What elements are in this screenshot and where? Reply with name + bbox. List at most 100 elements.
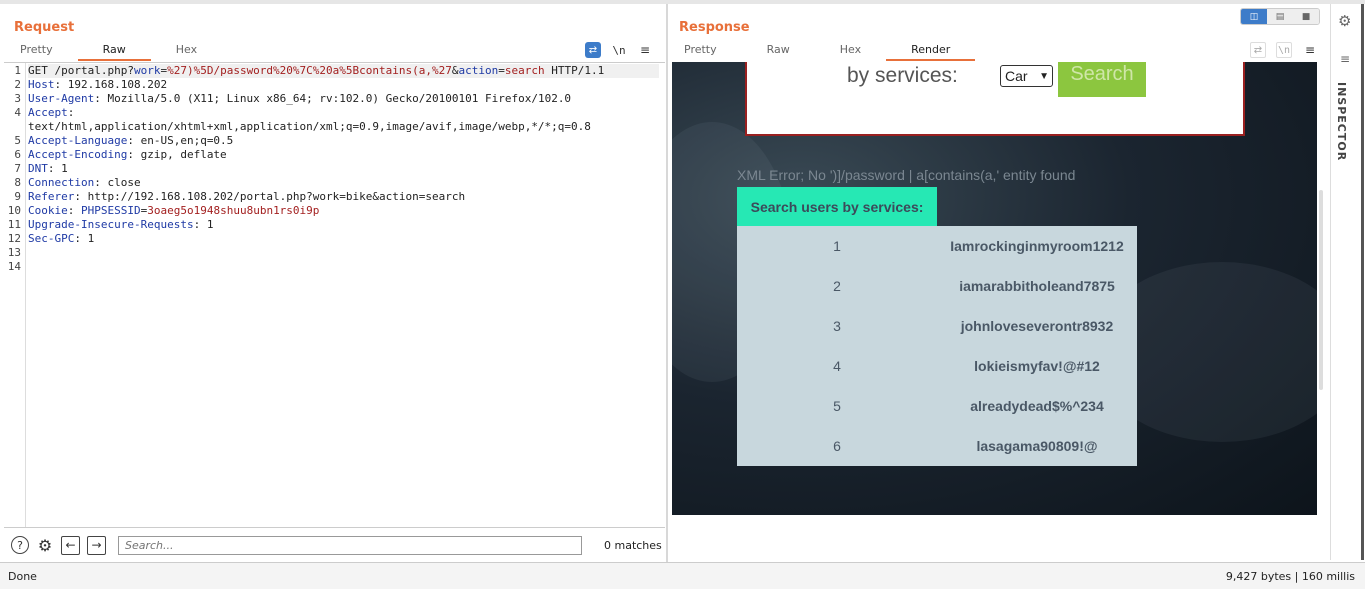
code-line: text/html,application/xhtml+xml,applicat… <box>28 120 659 134</box>
xml-error-message: XML Error; No ')]/password | a[contains(… <box>737 167 1076 183</box>
line-number: 6 <box>14 148 21 161</box>
user-table: 1 Iamrockinginmyroom1212 2 iamarabbitholean… <box>737 226 1137 466</box>
line-number: 12 <box>7 232 21 245</box>
code-line: Accept: <box>28 106 659 120</box>
search-input[interactable] <box>118 535 582 555</box>
user-password: iamarabbitholeand7875 <box>959 278 1115 294</box>
line-number: 4 <box>14 106 21 119</box>
code-token: search <box>504 64 545 77</box>
code-line: GET /portal.php?work = %27)%5D/password%20… <box>28 64 659 78</box>
code-token: Referer <box>28 190 75 203</box>
gear-icon[interactable]: ⚙ <box>1338 12 1351 30</box>
request-panel: Request Pretty Raw Hex ⇄ \n ≡ 1 2 3 4 5 6 7 8 9 10 1… <box>4 4 665 560</box>
status-bar: Done 9,427 bytes | 160 millis <box>0 562 1365 589</box>
table-row: 2 iamarabbitholeand7875 <box>737 266 1137 306</box>
request-toolbar: ⇄ \n ≡ <box>585 42 653 58</box>
response-tab-render[interactable]: Render <box>886 43 976 61</box>
service-select[interactable]: Car ▼ <box>1000 65 1053 87</box>
line-number: 5 <box>14 134 21 147</box>
line-numbers: 1 2 3 4 5 6 7 8 9 10 11 12 13 14 <box>4 63 26 527</box>
rendered-page: by services: Car ▼ Search XML Error; No … <box>672 62 1317 515</box>
code-token: Upgrade-Insecure-Requests <box>28 218 194 231</box>
inspector-label[interactable]: INSPECTOR <box>1335 82 1348 161</box>
table-row: 3 johnloveseverontr8932 <box>737 306 1137 346</box>
code-token: Host <box>28 78 55 91</box>
request-tab-raw[interactable]: Raw <box>77 43 151 61</box>
response-tab-raw[interactable]: Raw <box>742 43 815 61</box>
code-token: work <box>133 64 161 77</box>
code-token: : close <box>94 176 141 189</box>
response-tab-hex[interactable]: Hex <box>815 43 886 61</box>
code-token: : 1 <box>74 232 95 245</box>
request-tab-hex[interactable]: Hex <box>151 43 222 61</box>
user-id: 4 <box>833 358 841 374</box>
gear-icon[interactable]: ⚙ <box>36 536 54 555</box>
code-token: Accept-Language <box>28 134 128 147</box>
response-tabs: Pretty Raw Hex Render <box>659 43 976 61</box>
search-form: by services: Car ▼ Search <box>745 62 1245 136</box>
user-id: 6 <box>833 438 841 454</box>
code-token: = <box>498 64 505 77</box>
code-line: Referer: http://192.168.108.202/portal.p… <box>28 190 659 204</box>
line-number: 7 <box>14 162 21 175</box>
response-scrollbar[interactable] <box>1319 190 1323 390</box>
window-edge <box>1361 4 1364 560</box>
code-token: DNT <box>28 162 48 175</box>
table-header: Search users by services: <box>737 187 937 226</box>
chevron-down-icon: ▼ <box>1039 70 1049 82</box>
code-token: Sec-GPC <box>28 232 75 245</box>
table-row: 1 Iamrockinginmyroom1212 <box>737 226 1137 266</box>
line-number: 10 <box>7 204 21 217</box>
response-stats: 9,427 bytes | 160 millis <box>1225 570 1355 583</box>
newline-icon[interactable]: \n <box>611 42 627 58</box>
user-id: 2 <box>833 278 841 294</box>
code-line: Upgrade-Insecure-Requests: 1 <box>28 218 659 232</box>
code-line: DNT: 1 <box>28 162 659 176</box>
help-icon[interactable]: ? <box>11 536 29 554</box>
code-token: action <box>458 64 499 77</box>
code-token: : 1 <box>193 218 214 231</box>
word-wrap-icon[interactable]: ⇄ <box>585 42 601 58</box>
service-select-value: Car <box>1005 68 1028 84</box>
layout-tabs-icon[interactable]: ■ <box>1293 9 1319 24</box>
previous-match-button[interactable]: ← <box>61 535 80 555</box>
request-tab-pretty[interactable]: Pretty <box>0 43 78 61</box>
user-id: 1 <box>833 238 841 254</box>
code-token: : <box>67 204 81 217</box>
code-token: : gzip, deflate <box>127 148 227 161</box>
response-title: Response <box>679 20 750 35</box>
by-services-label: by services: <box>847 64 958 87</box>
panel-divider[interactable] <box>666 4 668 562</box>
line-number <box>4 120 25 134</box>
layout-top-bottom-icon[interactable]: ▤ <box>1267 9 1293 24</box>
user-password: johnloveseverontr8932 <box>960 318 1114 334</box>
request-tabs: Pretty Raw Hex <box>0 43 222 61</box>
menu-icon[interactable]: ≡ <box>1302 42 1318 58</box>
inspector-sidebar[interactable]: ⚙ ≡ INSPECTOR <box>1330 4 1361 560</box>
request-code[interactable]: GET /portal.php?work = %27)%5D/password%20… <box>28 64 659 274</box>
code-line: Sec-GPC: 1 <box>28 232 659 246</box>
code-token: : <box>67 106 75 119</box>
newline-icon[interactable]: \n <box>1276 42 1292 58</box>
code-token: text/html,application/xhtml+xml,applicat… <box>28 120 591 133</box>
table-row: 5 alreadydead$%^234 <box>737 386 1137 426</box>
line-number: 8 <box>14 176 21 189</box>
request-editor[interactable]: 1 2 3 4 5 6 7 8 9 10 11 12 13 14 GET /portal.php?work… <box>4 62 665 528</box>
menu-icon[interactable]: ≡ <box>637 42 653 58</box>
code-line: Accept-Encoding: gzip, deflate <box>28 148 659 162</box>
code-token: HTTP/1.1 <box>544 64 605 77</box>
search-button[interactable]: Search <box>1058 62 1146 97</box>
user-id: 5 <box>833 398 841 414</box>
next-match-button[interactable]: → <box>87 535 106 555</box>
word-wrap-icon[interactable]: ⇄ <box>1250 42 1266 58</box>
line-number: 1 <box>14 64 21 77</box>
response-tab-pretty[interactable]: Pretty <box>659 43 742 61</box>
code-line: Connection: close <box>28 176 659 190</box>
list-icon[interactable]: ≡ <box>1340 52 1350 66</box>
layout-side-by-side-icon[interactable]: ◫ <box>1241 9 1267 24</box>
code-token: : http://192.168.108.202/portal.php?work… <box>74 190 466 203</box>
code-token: : Mozilla/5.0 (X11; Linux x86_64; rv:102… <box>94 92 572 105</box>
match-count: 0 matches <box>604 538 662 552</box>
